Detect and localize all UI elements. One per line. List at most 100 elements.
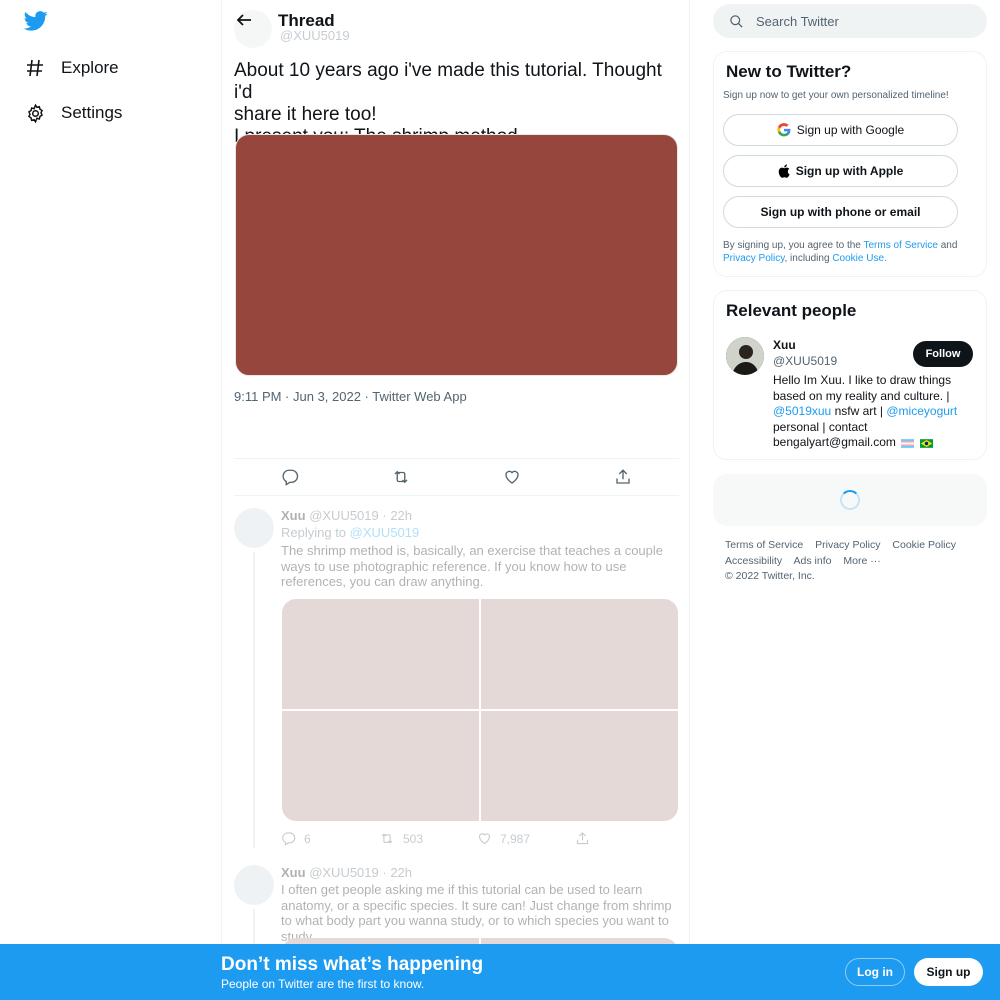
reply-icon <box>282 832 296 846</box>
search-icon <box>730 14 743 28</box>
reply-author-handle[interactable]: @XUU5019 <box>309 508 379 523</box>
signup-apple-button[interactable]: Sign up with Apple <box>723 155 958 187</box>
reply-count: 6 <box>304 831 311 846</box>
tweet-text-line: share it here too! <box>234 104 377 125</box>
heart-icon <box>478 833 491 845</box>
reply-header: Xuu @XUU5019 · 22h <box>281 865 412 880</box>
login-button[interactable]: Log in <box>845 958 905 986</box>
footer-links: Terms of Service Privacy Policy Cookie P… <box>725 538 980 585</box>
replying-to-handle[interactable]: @XUU5019 <box>350 525 420 540</box>
search-input[interactable] <box>756 13 956 29</box>
reply-button[interactable]: 6 <box>281 831 379 846</box>
like-count: 7,987 <box>500 831 531 846</box>
reply-image-grid <box>282 599 678 821</box>
nav-settings-label: Settings <box>61 103 123 122</box>
reply-author-name[interactable]: Xuu <box>281 508 306 523</box>
gear-icon <box>24 102 46 124</box>
terms-including-text: , including <box>784 253 830 264</box>
footer-link-privacy[interactable]: Privacy Policy <box>815 539 880 551</box>
reply-text: The shrimp method is, basically, an exer… <box>281 543 664 590</box>
reply-avatar[interactable] <box>234 508 274 548</box>
footer-link-accessibility[interactable]: Accessibility <box>725 555 782 567</box>
like-button[interactable]: 7,987 <box>477 831 575 846</box>
bio-text: nsfw art | <box>831 404 884 419</box>
thread-header: @XUU5019 Thread <box>222 0 689 48</box>
person-handle[interactable]: @XUU5019 <box>773 354 837 368</box>
tweet-timestamp[interactable]: 9:11 PM · Jun 3, 2022 · Twitter Web App <box>234 389 467 404</box>
signup-google-button[interactable]: Sign up with Google <box>723 114 958 146</box>
tweet-actions <box>234 458 679 496</box>
tweet-image[interactable] <box>235 134 678 376</box>
grid-image[interactable] <box>481 599 678 709</box>
loading-spinner-icon <box>840 490 860 510</box>
new-to-twitter-card: New to Twitter? Sign up now to get your … <box>713 51 987 277</box>
terms-and-text: and <box>940 240 958 251</box>
follow-button[interactable]: Follow <box>913 341 973 367</box>
retweet-button[interactable]: 503 <box>379 831 477 846</box>
bio-text: personal | contact bengalyart@gmail.com <box>773 419 896 450</box>
person-avatar[interactable] <box>726 337 764 375</box>
share-button[interactable] <box>575 831 673 846</box>
reply-time[interactable]: · 22h <box>382 508 412 523</box>
share-icon <box>576 832 589 845</box>
retweet-count: 503 <box>403 831 424 846</box>
apple-icon <box>778 164 790 178</box>
twitter-logo-icon[interactable] <box>23 10 48 32</box>
reply-text: I often get people asking me if this tut… <box>281 882 672 944</box>
footer-copyright: © 2022 Twitter, Inc. <box>725 570 815 583</box>
bio-mention-link[interactable]: @5019xuu <box>773 404 831 418</box>
terms-text: By signing up, you agree to the <box>723 240 861 251</box>
signup-phone-email-button[interactable]: Sign up with phone or email <box>723 196 958 228</box>
reply-avatar[interactable] <box>234 865 274 905</box>
reply-tweet[interactable]: Xuu @XUU5019 · 22h Replying to @XUU5019 … <box>222 508 689 848</box>
terms-of-service-link[interactable]: Terms of Service <box>863 240 937 251</box>
trends-loading-card <box>713 474 987 526</box>
reply-button[interactable] <box>270 459 310 495</box>
new-to-twitter-title: New to Twitter? <box>726 62 852 81</box>
footer-link-terms[interactable]: Terms of Service <box>725 539 803 551</box>
reply-author-handle[interactable]: @XUU5019 <box>309 865 379 880</box>
retweet-button[interactable] <box>381 459 421 495</box>
signup-prompt-title: Don’t miss what’s happening <box>221 954 484 975</box>
hashtag-icon <box>24 57 46 79</box>
relevant-people-title: Relevant people <box>726 301 857 320</box>
footer-link-ads-info[interactable]: Ads info <box>794 555 832 567</box>
nav-settings[interactable]: Settings <box>24 98 122 128</box>
signup-phone-email-label: Sign up with phone or email <box>760 205 921 219</box>
reply-header: Xuu @XUU5019 · 22h <box>281 508 412 523</box>
heart-icon <box>505 470 519 484</box>
signup-terms: By signing up, you agree to the Terms of… <box>723 239 973 265</box>
reply-actions: 6 503 7,987 <box>281 831 673 846</box>
left-navigation: Explore Settings <box>0 0 221 1000</box>
new-to-twitter-subtitle: Sign up now to get your own personalized… <box>723 90 949 101</box>
bio-text: Hello Im Xuu. I like to draw things base… <box>773 373 952 403</box>
share-button[interactable] <box>603 459 643 495</box>
footer-link-cookie[interactable]: Cookie Policy <box>892 539 956 551</box>
person-name[interactable]: Xuu <box>773 338 796 352</box>
reply-author-name[interactable]: Xuu <box>281 865 306 880</box>
search-bar[interactable] <box>713 4 987 38</box>
grid-image[interactable] <box>282 711 479 821</box>
google-icon <box>777 123 791 137</box>
cookie-use-link[interactable]: Cookie Use. <box>832 253 886 264</box>
reply-icon <box>282 469 298 486</box>
replying-to: Replying to @XUU5019 <box>281 525 419 540</box>
relevant-people-card: Relevant people Xuu @XUU5019 Follow Hell… <box>713 290 987 460</box>
privacy-policy-link[interactable]: Privacy Policy <box>723 253 785 264</box>
grid-image[interactable] <box>481 711 678 821</box>
signup-prompt-subtitle: People on Twitter are the first to know. <box>221 977 425 991</box>
nav-explore-label: Explore <box>61 58 119 77</box>
replying-to-label: Replying to <box>281 525 347 540</box>
nav-explore[interactable]: Explore <box>24 53 119 83</box>
bio-mention-link[interactable]: @miceyogurt <box>886 404 957 418</box>
like-button[interactable] <box>492 459 532 495</box>
trans-flag-icon <box>901 438 915 448</box>
retweet-icon <box>394 470 408 484</box>
back-button[interactable] <box>234 10 254 30</box>
reply-tweet[interactable]: Xuu @XUU5019 · 22h I often get people as… <box>222 865 689 998</box>
signup-button[interactable]: Sign up <box>914 958 983 986</box>
reply-time[interactable]: · 22h <box>382 865 412 880</box>
footer-link-more[interactable]: More ··· <box>843 555 880 567</box>
grid-image[interactable] <box>282 599 479 709</box>
share-icon <box>616 469 631 484</box>
